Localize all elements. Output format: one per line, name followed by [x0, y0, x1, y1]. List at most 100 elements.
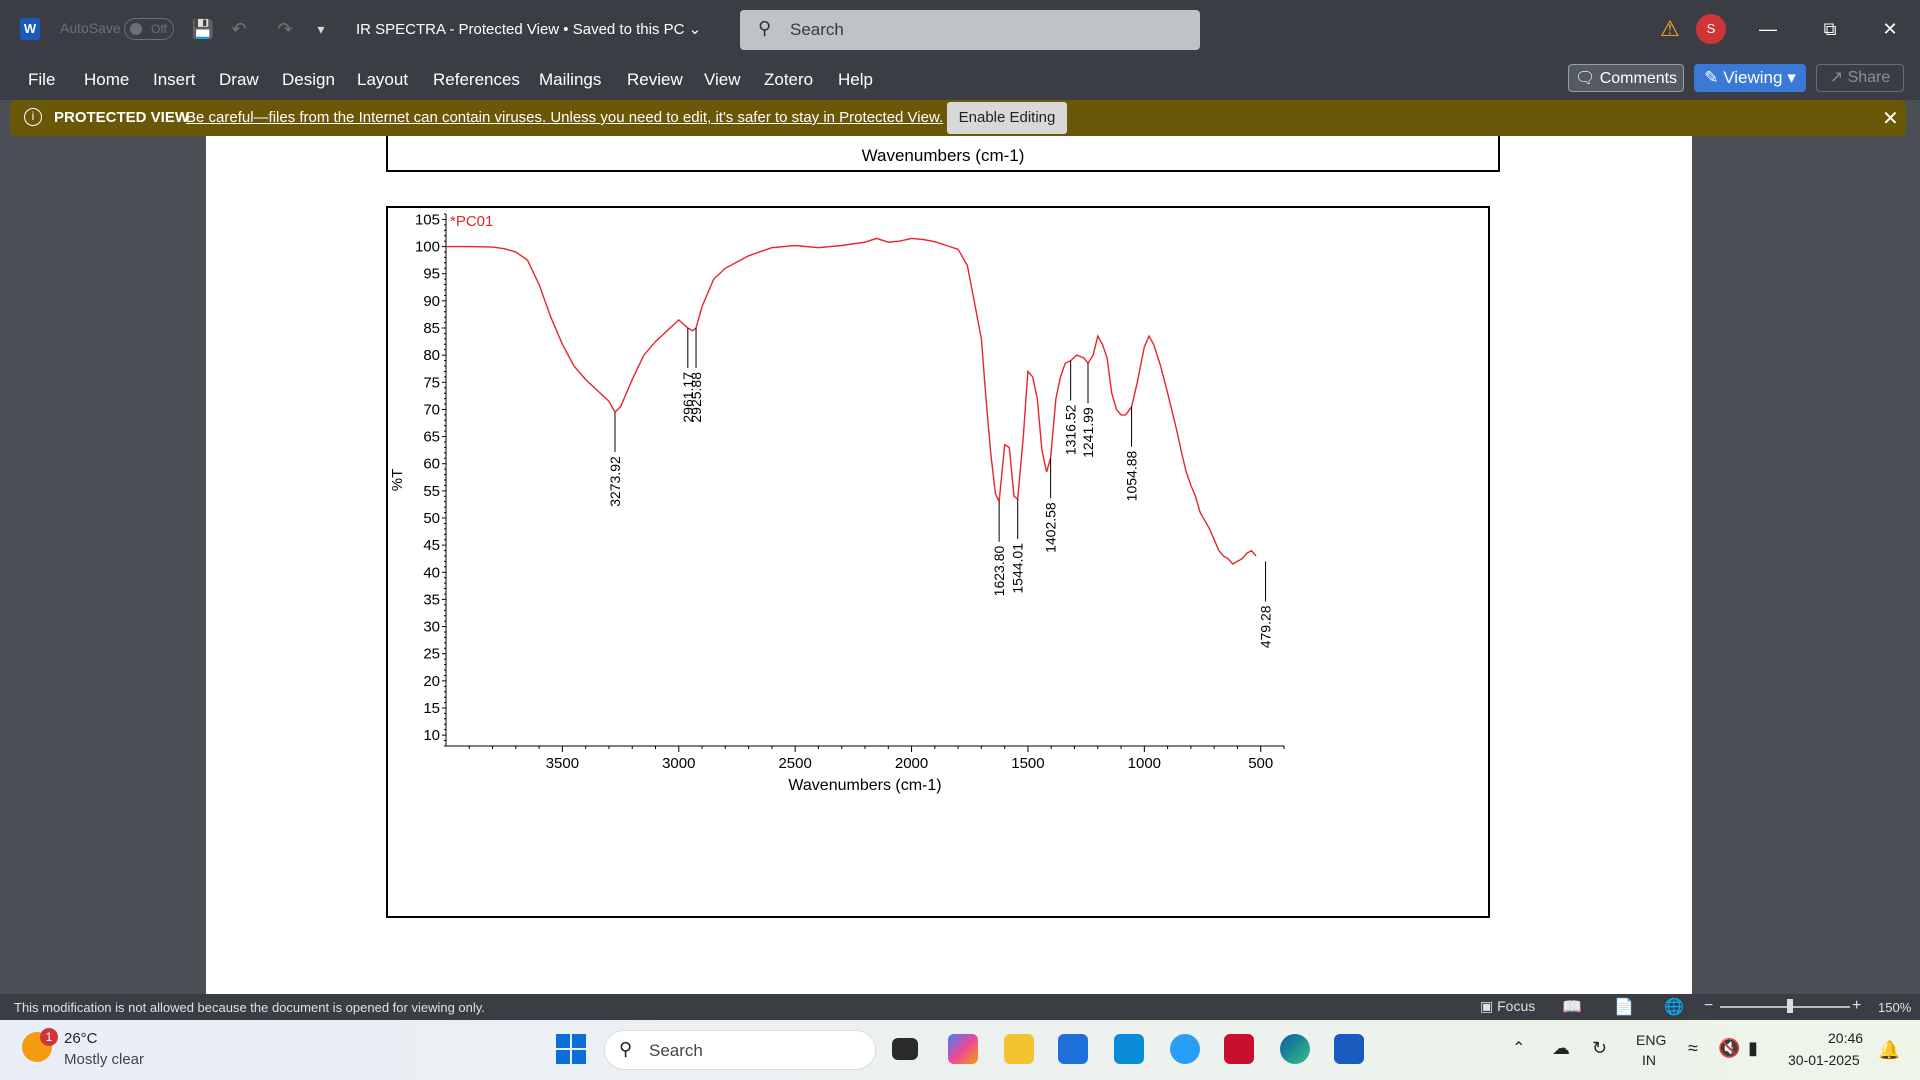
- y-tick-label: 85: [423, 320, 440, 337]
- sync-icon[interactable]: ↻: [1592, 1038, 1607, 1059]
- share-label: Share: [1847, 69, 1891, 86]
- share-button[interactable]: ↗ Share: [1816, 64, 1904, 92]
- peak-label: 1402.58: [1043, 502, 1059, 553]
- autosave-toggle[interactable]: Off: [124, 18, 174, 40]
- zoom-slider-thumb[interactable]: [1787, 999, 1793, 1013]
- x-tick-label: 1500: [1011, 755, 1044, 772]
- file-explorer-icon[interactable]: [1004, 1034, 1034, 1064]
- undo-icon[interactable]: ↶: [226, 16, 252, 42]
- taskbar-search-input[interactable]: ⚲ Search: [604, 1030, 876, 1070]
- y-tick-label: 25: [423, 646, 440, 663]
- tab-review[interactable]: Review: [627, 70, 683, 90]
- language-indicator[interactable]: ENG: [1636, 1032, 1666, 1048]
- x-tick-label: 3000: [662, 755, 695, 772]
- copilot-icon[interactable]: [948, 1034, 978, 1064]
- comments-label: Comments: [1599, 70, 1678, 87]
- peak-label: 479.28: [1258, 605, 1274, 648]
- mcafee-icon[interactable]: [1224, 1034, 1254, 1064]
- y-tick-label: 70: [423, 401, 440, 418]
- comments-button[interactable]: 🗨 Comments: [1568, 64, 1684, 92]
- wifi-icon[interactable]: ≈: [1688, 1038, 1698, 1059]
- minimize-icon[interactable]: —: [1748, 14, 1788, 44]
- close-icon[interactable]: ✕: [1882, 106, 1899, 131]
- word-taskbar-icon[interactable]: [1334, 1034, 1364, 1064]
- y-tick-label: 95: [423, 266, 440, 283]
- warning-icon[interactable]: ⚠: [1660, 16, 1680, 42]
- tab-help[interactable]: Help: [838, 70, 873, 90]
- read-mode-icon[interactable]: 📖: [1562, 997, 1582, 1017]
- tab-design[interactable]: Design: [282, 70, 335, 90]
- peak-label: 1241.99: [1080, 407, 1096, 458]
- x-tick-label: 2000: [895, 755, 928, 772]
- onedrive-icon[interactable]: ☁: [1552, 1038, 1570, 1059]
- weather-badge: 1: [40, 1028, 58, 1046]
- viewing-mode-button[interactable]: ✎ Viewing ▾: [1694, 64, 1806, 92]
- notification-bell-icon[interactable]: 🔔: [1878, 1040, 1900, 1061]
- weather-temperature[interactable]: 26°C: [64, 1030, 98, 1047]
- web-layout-icon[interactable]: 🌐: [1664, 997, 1684, 1017]
- weather-condition[interactable]: Mostly clear: [64, 1051, 144, 1068]
- title-bar: W AutoSave Off 💾 ↶ ↷ ▾ IR SPECTRA - Prot…: [0, 0, 1920, 58]
- zoom-level[interactable]: 150%: [1878, 1000, 1911, 1015]
- y-axis-label: %T: [389, 469, 406, 492]
- battery-icon[interactable]: ▮: [1748, 1038, 1758, 1059]
- tab-file[interactable]: File: [28, 70, 55, 90]
- y-tick-label: 35: [423, 591, 440, 608]
- customize-toolbar-icon[interactable]: ▾: [308, 16, 334, 42]
- task-view-icon[interactable]: [892, 1038, 918, 1060]
- peak-label: 1054.88: [1124, 451, 1140, 502]
- tab-layout[interactable]: Layout: [357, 70, 408, 90]
- search-input[interactable]: ⚲ Search: [740, 10, 1200, 50]
- document-page: Wavenumbers (cm-1) 105 100 95 90 85 80 75 70 65 6…: [206, 136, 1692, 994]
- y-tick-label: 100: [415, 239, 440, 256]
- get-help-icon[interactable]: [1170, 1034, 1200, 1064]
- save-icon[interactable]: 💾: [190, 16, 216, 42]
- search-placeholder: Search: [790, 20, 844, 39]
- tab-mailings[interactable]: Mailings: [539, 70, 601, 90]
- clock-date[interactable]: 30-01-2025: [1788, 1052, 1860, 1068]
- x-tick-label: 1000: [1128, 755, 1161, 772]
- y-tick-label: 65: [423, 429, 440, 446]
- chart-canvas: 105 100 95 90 85 80 75 70 65 60 55 50 45 40 35 30 25 20 15…: [389, 211, 1285, 794]
- tab-home[interactable]: Home: [84, 70, 129, 90]
- clock-time[interactable]: 20:46: [1828, 1030, 1863, 1046]
- volume-muted-icon[interactable]: 🔇: [1718, 1038, 1740, 1059]
- tab-view[interactable]: View: [704, 70, 741, 90]
- protected-view-title: PROTECTED VIEW: [54, 109, 190, 126]
- share-icon: ↗: [1829, 69, 1848, 86]
- zoom-in-icon[interactable]: +: [1852, 997, 1861, 1015]
- protected-view-message-link[interactable]: Be careful—files from the Internet can c…: [186, 109, 943, 126]
- focus-button[interactable]: ▣ Focus: [1480, 998, 1535, 1015]
- tab-insert[interactable]: Insert: [153, 70, 196, 90]
- y-tick-label: 55: [423, 483, 440, 500]
- document-title[interactable]: IR SPECTRA - Protected View • Saved to t…: [356, 20, 701, 38]
- tab-references[interactable]: References: [433, 70, 520, 90]
- edge-icon[interactable]: [1280, 1034, 1310, 1064]
- viewing-label: Viewing: [1723, 68, 1783, 87]
- zoom-slider[interactable]: [1720, 1006, 1850, 1008]
- close-icon[interactable]: ✕: [1870, 14, 1910, 44]
- tab-zotero[interactable]: Zotero: [764, 70, 813, 90]
- ir-spectrum-chart: 105 100 95 90 85 80 75 70 65 60 55 50 45 40 35 30 25 20 15…: [386, 206, 1490, 918]
- show-hidden-icons-chevron-icon[interactable]: ⌃: [1512, 1038, 1525, 1058]
- chevron-down-icon: ▾: [1782, 68, 1796, 87]
- windows-start-icon[interactable]: [556, 1034, 586, 1064]
- myhp-icon[interactable]: [1114, 1034, 1144, 1064]
- redo-icon[interactable]: ↷: [272, 16, 298, 42]
- restore-icon[interactable]: ⧉: [1810, 14, 1850, 44]
- pen-icon: ✎: [1704, 68, 1724, 87]
- search-icon: ⚲: [758, 18, 772, 38]
- tab-draw[interactable]: Draw: [219, 70, 259, 90]
- zoom-out-icon[interactable]: −: [1704, 997, 1713, 1015]
- y-tick-label: 80: [423, 347, 440, 364]
- print-layout-icon[interactable]: 📄: [1614, 997, 1634, 1017]
- microsoft-store-icon[interactable]: [1058, 1034, 1088, 1064]
- language-region[interactable]: IN: [1642, 1052, 1656, 1068]
- y-tick-label: 40: [423, 564, 440, 581]
- taskbar: 1 26°C Mostly clear ⚲ Search ⌃ ☁ ↻ ENG I…: [0, 1020, 1920, 1080]
- enable-editing-button[interactable]: Enable Editing: [947, 102, 1067, 134]
- avatar[interactable]: S: [1696, 14, 1726, 44]
- word-app-icon: W: [20, 18, 40, 40]
- info-icon: i: [24, 108, 42, 126]
- focus-icon: ▣: [1480, 998, 1498, 1014]
